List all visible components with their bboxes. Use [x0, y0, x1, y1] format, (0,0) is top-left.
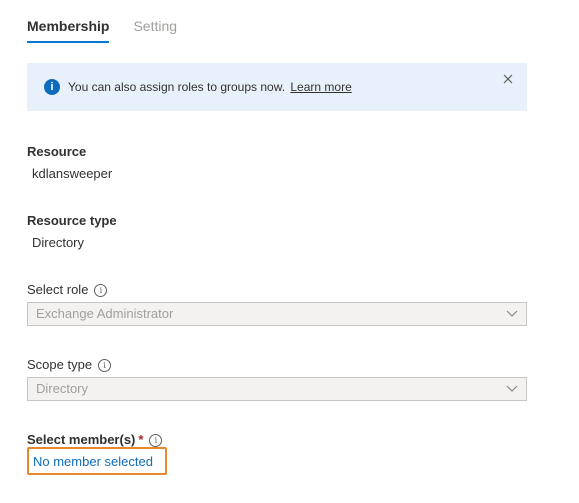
info-icon: i	[44, 79, 60, 95]
select-role-dropdown[interactable]: Exchange Administrator	[27, 302, 527, 326]
member-selection-highlight: No member selected	[27, 447, 167, 475]
select-members-label-text: Select member(s)	[27, 432, 136, 447]
scope-type-label: Scope type i	[27, 357, 112, 373]
tab-membership[interactable]: Membership	[27, 14, 110, 43]
tab-setting[interactable]: Setting	[133, 14, 177, 40]
scope-type-value: Directory	[36, 381, 89, 396]
info-message-text: You can also assign roles to groups now.	[68, 80, 286, 94]
info-message-bar: i You can also assign roles to groups no…	[27, 63, 527, 111]
info-message: You can also assign roles to groups now.…	[68, 79, 352, 95]
learn-more-link[interactable]: Learn more	[290, 80, 351, 94]
no-member-selected-link[interactable]: No member selected	[33, 454, 153, 470]
scope-type-label-text: Scope type	[27, 357, 93, 372]
select-role-label: Select role i	[27, 282, 108, 298]
chevron-down-icon	[506, 310, 518, 317]
select-members-label: Select member(s) * i	[27, 432, 163, 448]
close-icon[interactable]	[501, 72, 515, 86]
tab-bar: Membership Setting	[27, 14, 177, 43]
info-icon[interactable]: i	[98, 359, 112, 373]
info-icon[interactable]: i	[94, 284, 108, 298]
info-icon[interactable]: i	[149, 434, 163, 448]
chevron-down-icon	[506, 385, 518, 392]
resource-type-label: Resource type	[27, 213, 117, 228]
select-role-label-text: Select role	[27, 282, 89, 297]
resource-type-value: Directory	[32, 235, 85, 250]
scope-type-dropdown[interactable]: Directory	[27, 377, 527, 401]
resource-value: kdlansweeper	[32, 166, 113, 181]
select-role-value: Exchange Administrator	[36, 306, 174, 321]
required-mark: *	[138, 432, 144, 447]
resource-label: Resource	[27, 144, 87, 159]
